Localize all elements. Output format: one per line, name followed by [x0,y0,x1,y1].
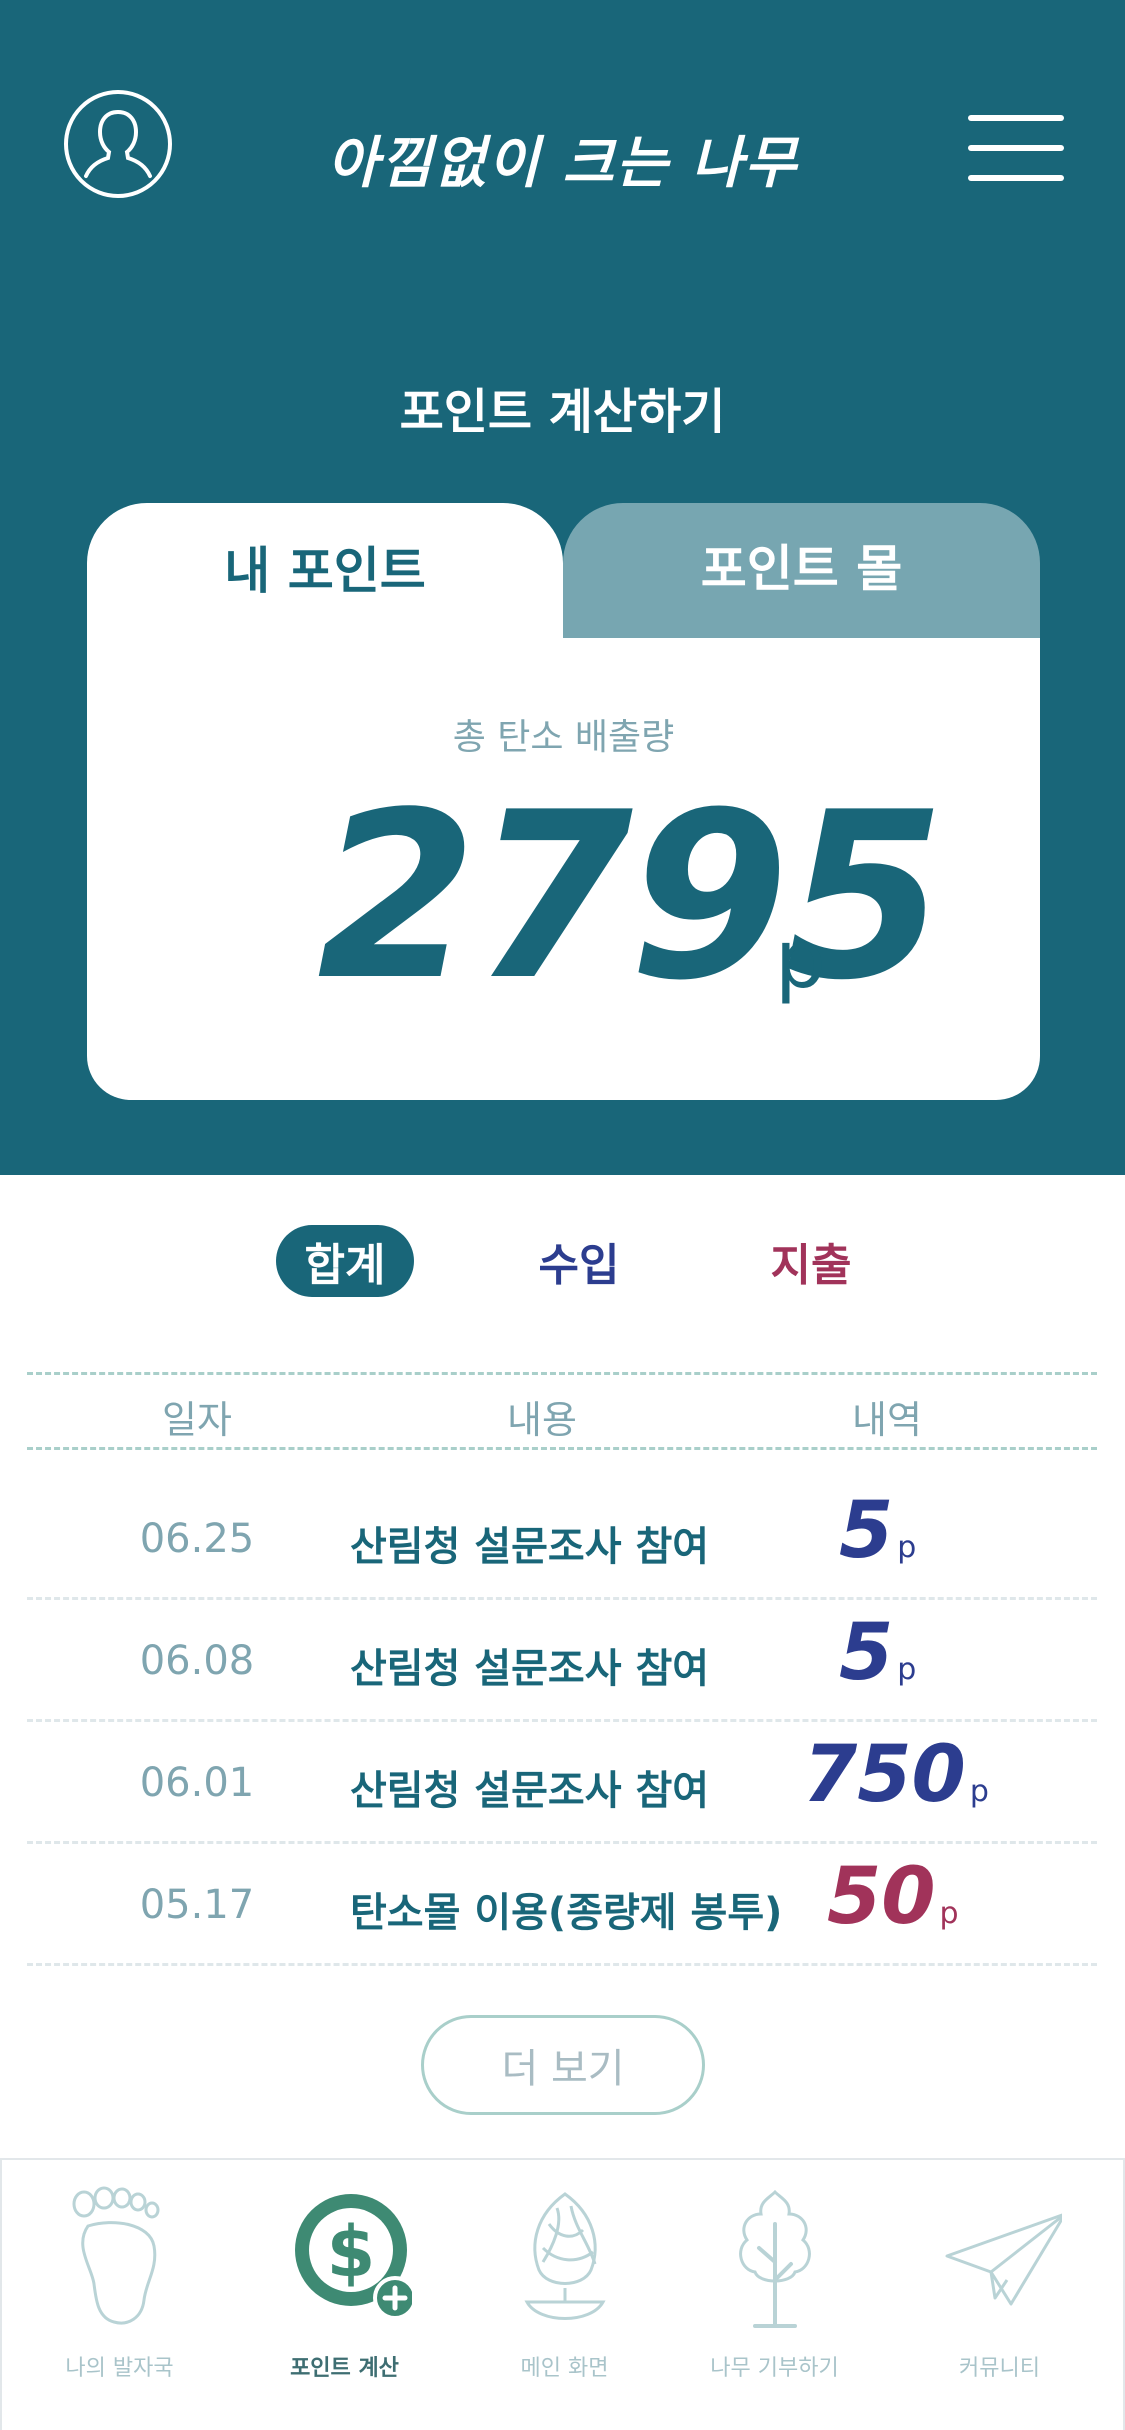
bottom-navigation: 나의 발자국 $ 포인트 계산 메인 화면 나무 기부하기 커뮤니티 [0,2158,1125,2430]
row-description: 산림청 설문조사 참여 [350,1768,710,1814]
app-brand: 아낌없이 크는 나무 [326,131,799,196]
leaf-seed-icon [524,2192,606,2320]
row-amount: 50 p [827,1852,959,1942]
filter-bar: 합계 수입 지출 [0,1225,1125,1297]
row-date: 06.08 [139,1638,255,1684]
paper-plane-icon [945,2213,1062,2306]
row-date: 06.01 [139,1760,255,1806]
row-date: 05.17 [139,1882,255,1928]
filter-expense[interactable]: 지출 [752,1225,870,1297]
header: 아낌없이 크는 나무 포인트 계산하기 내 포인트 포인트 몰 총 탄소 배출량… [0,0,1125,1175]
row-description: 산림청 설문조사 참여 [350,1646,710,1692]
footprint-icon [72,2186,160,2325]
tab-point-mall[interactable]: 포인트 몰 [563,503,1040,638]
nav-tree-donate[interactable]: 나무 기부하기 [662,2180,887,2420]
filter-income[interactable]: 수입 [520,1225,638,1297]
total-points-unit: p [775,913,826,1006]
table-row[interactable]: 06.08 산림청 설문조사 참여 5p [27,1600,1097,1722]
table-row[interactable]: 05.17 탄소몰 이용(종량제 봉투) 50 p [27,1844,1097,1966]
row-description: 탄소몰 이용(종량제 봉투) [350,1890,783,1936]
table-row[interactable]: 06.25 산림청 설문조사 참여 5p [27,1478,1097,1600]
table-row[interactable]: 06.01 산림청 설문조사 참여 750 p [27,1722,1097,1844]
column-date: 일자 [162,1398,232,1442]
page-title: 포인트 계산하기 [399,384,726,440]
row-amount: 5p [839,1608,917,1698]
filter-total[interactable]: 합계 [276,1225,414,1297]
nav-label: 나의 발자국 [65,2356,174,2381]
dollar-coin-icon: $ [295,2194,412,2320]
nav-label: 나무 기부하기 [710,2356,839,2381]
total-points-value: 2795 [317,764,945,1031]
menu-button[interactable] [968,113,1064,183]
total-emission-label: 총 탄소 배출량 [452,717,675,758]
nav-my-footprint[interactable]: 나의 발자국 [7,2180,232,2420]
row-amount: 5p [839,1486,917,1576]
row-date: 06.25 [139,1516,255,1562]
nav-point-calc[interactable]: $ 포인트 계산 [232,2180,457,2420]
table-header: 일자 내용 내역 [27,1372,1097,1450]
hamburger-menu-icon [968,115,1064,121]
row-description: 산림청 설문조사 참여 [350,1524,710,1570]
more-button[interactable]: 더 보기 [421,2015,705,2115]
points-card: 총 탄소 배출량 2795 p [87,638,1040,1100]
column-amount: 내역 [852,1398,922,1442]
profile-button[interactable] [62,88,174,200]
nav-label: 메인 화면 [520,2356,609,2381]
nav-community[interactable]: 커뮤니티 [887,2180,1112,2420]
svg-text:$: $ [327,2211,376,2293]
column-content: 내용 [507,1398,577,1442]
tree-icon [739,2189,811,2328]
row-amount: 750 p [803,1730,989,1820]
nav-main[interactable]: 메인 화면 [452,2180,677,2420]
tab-my-points[interactable]: 내 포인트 [87,503,563,643]
nav-label: 커뮤니티 [959,2356,1040,2381]
user-profile-icon [64,90,172,198]
nav-label: 포인트 계산 [290,2356,399,2381]
